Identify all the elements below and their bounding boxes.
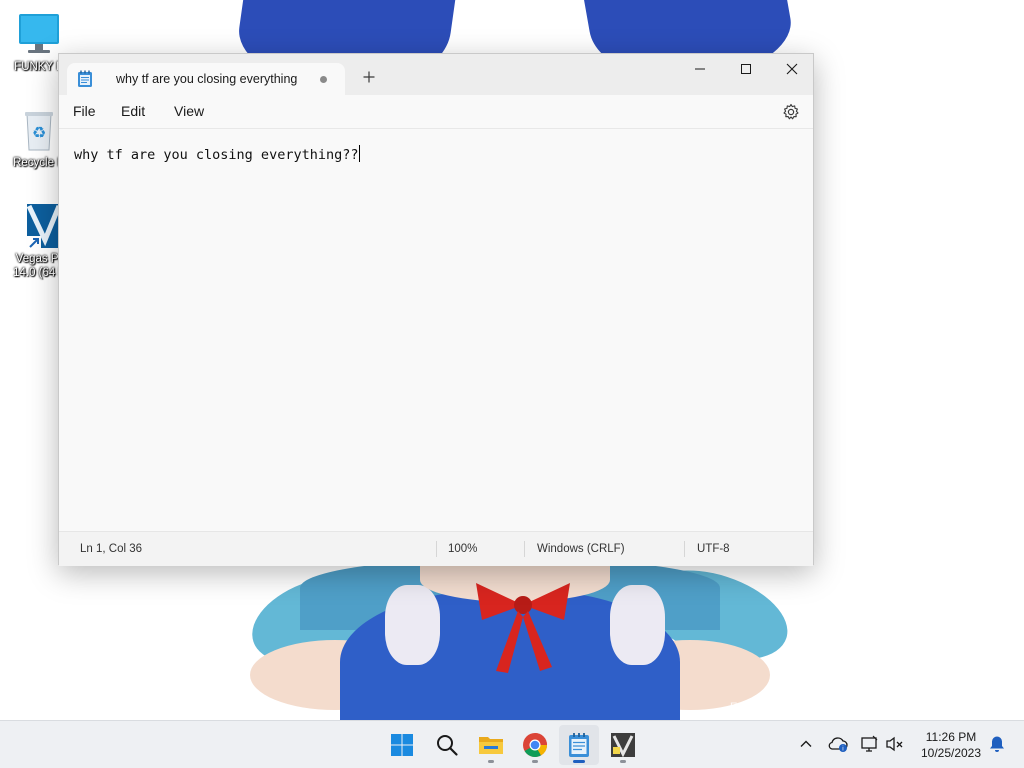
network-button[interactable]	[859, 733, 881, 755]
wallpaper-sleeve-left	[385, 585, 440, 665]
wallpaper-bow	[476, 583, 570, 673]
status-divider	[524, 541, 525, 557]
maximize-button[interactable]	[723, 54, 769, 84]
plus-icon	[363, 71, 375, 83]
status-divider	[436, 541, 437, 557]
watermark-text: Eval	[730, 701, 752, 713]
document-text: why tf are you closing everything??	[74, 147, 359, 163]
chrome-icon	[523, 733, 547, 758]
cursor-position: Ln 1, Col 36	[80, 543, 143, 555]
maximize-icon	[741, 64, 751, 74]
text-editor[interactable]: why tf are you closing everything??	[59, 129, 813, 531]
system-clock[interactable]: 11:26 PM 10/25/2023	[914, 729, 988, 761]
tab-title: why tf are you closing everything	[116, 72, 298, 86]
close-icon	[786, 63, 798, 75]
onedrive-cloud-icon: i	[828, 737, 848, 753]
onedrive-button[interactable]: i	[827, 733, 849, 755]
search-button[interactable]	[427, 725, 467, 765]
settings-button[interactable]	[781, 102, 801, 122]
minimize-icon	[695, 68, 705, 70]
new-tab-button[interactable]	[355, 65, 383, 89]
taskbar-vegas-pro[interactable]	[603, 725, 643, 765]
vegas-pro-icon	[15, 202, 63, 250]
vegas-pro-icon	[611, 733, 635, 758]
bell-icon	[990, 736, 1004, 752]
minimize-button[interactable]	[677, 54, 723, 84]
taskbar-chrome[interactable]	[515, 725, 555, 765]
wallpaper-sleeve-right	[610, 585, 665, 665]
running-indicator	[620, 760, 626, 763]
encoding: UTF-8	[697, 543, 730, 555]
chevron-up-icon	[800, 740, 812, 747]
search-icon	[437, 735, 458, 756]
menu-view[interactable]: View	[174, 103, 204, 119]
volume-muted-icon	[886, 736, 903, 752]
start-icon	[391, 734, 413, 756]
clock-date: 10/25/2023	[920, 746, 982, 760]
active-indicator	[573, 760, 585, 763]
show-hidden-icons-button[interactable]	[795, 733, 817, 755]
start-button[interactable]	[382, 725, 422, 765]
document-tab[interactable]: why tf are you closing everything	[67, 63, 345, 95]
network-icon	[861, 735, 878, 752]
running-indicator	[488, 760, 494, 763]
taskbar-file-explorer[interactable]	[471, 725, 511, 765]
taskbar: i 11:26 PM 10/25/2023	[0, 720, 1024, 768]
svg-text:♻: ♻	[32, 123, 46, 142]
gear-icon	[783, 103, 799, 120]
notepad-window[interactable]: why tf are you closing everything File E…	[58, 53, 814, 566]
notifications-button[interactable]	[986, 733, 1008, 755]
unsaved-indicator-icon[interactable]	[320, 76, 327, 83]
notepad-icon	[78, 70, 92, 87]
clock-time: 11:26 PM	[925, 730, 977, 744]
zoom-level: 100%	[448, 543, 478, 555]
menu-edit[interactable]: Edit	[121, 103, 145, 119]
line-ending: Windows (CRLF)	[537, 543, 625, 555]
notepad-icon	[569, 733, 589, 757]
menu-bar: File Edit View	[59, 95, 813, 129]
file-explorer-icon	[479, 737, 503, 754]
recycle-bin-icon: ♻	[15, 106, 63, 154]
volume-button[interactable]	[884, 733, 906, 755]
menu-file[interactable]: File	[73, 103, 96, 119]
monitor-icon	[15, 10, 63, 58]
title-bar[interactable]: why tf are you closing everything	[59, 54, 813, 95]
status-divider	[684, 541, 685, 557]
running-indicator	[532, 760, 538, 763]
close-button[interactable]	[769, 54, 815, 84]
text-caret	[359, 145, 361, 162]
taskbar-notepad[interactable]	[559, 725, 599, 765]
status-bar: Ln 1, Col 36 100% Windows (CRLF) UTF-8	[59, 531, 813, 566]
